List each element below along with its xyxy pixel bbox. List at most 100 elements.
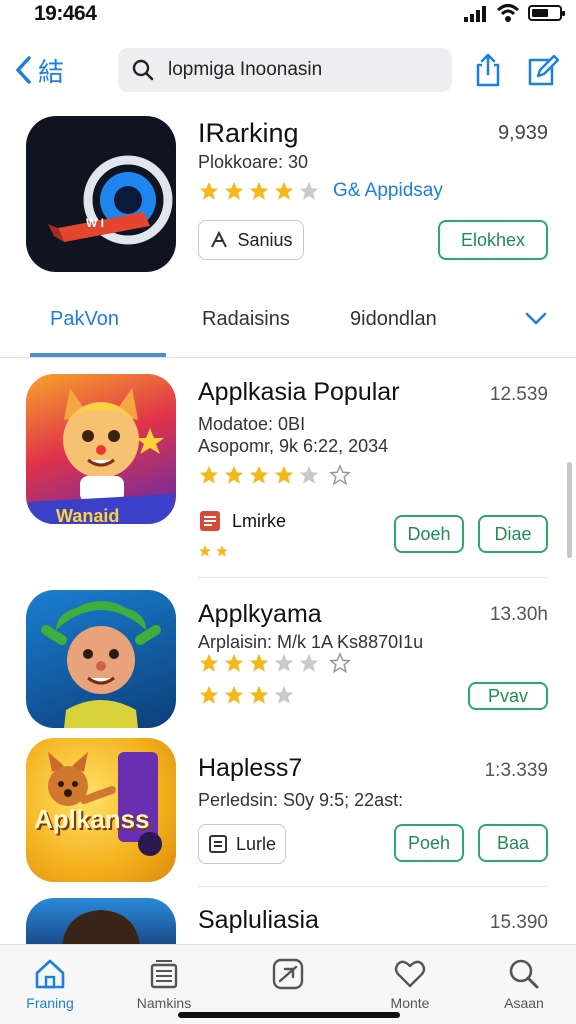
featured-app-title[interactable]: IRarking [198, 118, 299, 149]
app-title-0[interactable]: Applkasia Popular [198, 378, 400, 407]
app-rating-1-extra [198, 684, 298, 706]
star-empty-icon [299, 181, 319, 200]
app-count-3: 15.390 [489, 912, 548, 933]
cat-character-icon [28, 388, 174, 524]
app-rating-0-extra [198, 544, 232, 558]
star-empty-icon [299, 653, 319, 672]
app-rating-1 [198, 652, 354, 674]
wifi-icon [496, 4, 520, 22]
tab-0[interactable]: PakVon [50, 308, 119, 331]
app-button-0-1[interactable]: Diae [478, 515, 548, 553]
tabbar-label-4: Asaan [504, 995, 544, 1011]
featured-primary-label: Elokhex [460, 229, 526, 250]
star-empty-icon [329, 464, 351, 486]
stack-icon [150, 960, 178, 989]
star-filled-icon [224, 465, 244, 484]
featured-subtitle: Plokkoare: 30 [198, 152, 309, 172]
chevron-left-icon [15, 56, 31, 84]
star-filled-icon [199, 685, 219, 704]
tab-2[interactable]: 9idondlan [350, 308, 437, 331]
app-button-0-0-label: Doeh [407, 523, 451, 544]
app-icon-2-text: Aplkanss [34, 804, 150, 834]
app-icon-1[interactable] [26, 590, 176, 728]
app-button-0-0[interactable]: Doeh [394, 515, 464, 553]
back-label: 結 [38, 56, 65, 87]
tabbar-item-0[interactable]: Franing [0, 957, 100, 1011]
app-count-0: 12.539 [489, 384, 548, 405]
app-line-0-1: Asopomr, 9k 6:22, 2034 [198, 436, 389, 456]
app-title-3[interactable]: Sapluliasia [198, 906, 319, 935]
star-empty-icon [274, 653, 294, 672]
tabbar-item-2[interactable] [238, 957, 338, 995]
translate-icon [211, 230, 228, 248]
status-bar: 19:464 [0, 0, 576, 36]
featured-primary-button[interactable]: Elokhex [438, 220, 548, 260]
document-icon [200, 511, 220, 531]
featured-tag[interactable]: G& Appidsay [333, 180, 443, 202]
star-filled-icon [224, 181, 244, 200]
star-empty-icon [329, 652, 351, 674]
app-count-1: 13.30h [489, 604, 548, 625]
star-filled-icon [199, 545, 211, 557]
app-button-2-0[interactable]: Poeh [394, 824, 464, 862]
app-chip-0[interactable]: Lmirke [198, 504, 286, 538]
app-button-2-1-label: Baa [496, 832, 530, 853]
segment-tabs: PakVon Radaisins 9idondlan [0, 296, 576, 358]
featured-count: 9,939 [497, 122, 548, 144]
search-text: lopmiga Inoonasin [168, 59, 323, 80]
character-icon [62, 910, 140, 946]
plane-icon [272, 958, 304, 990]
signal-icon [464, 6, 486, 22]
app-button-0-1-label: Diae [494, 523, 532, 544]
app-icon-2[interactable]: Aplkanss [26, 738, 176, 882]
status-time: 19:464 [34, 2, 97, 25]
app-button-2-0-label: Poeh [407, 832, 451, 853]
app-icon-3[interactable] [26, 898, 176, 946]
star-filled-icon [216, 545, 228, 557]
tabbar-label-1: Namkins [136, 995, 192, 1011]
star-filled-icon [249, 465, 269, 484]
nav-bar: 結 lopmiga Inoonasin [0, 44, 576, 96]
scrollbar[interactable] [567, 462, 572, 558]
home-icon [35, 959, 65, 989]
star-filled-icon [249, 181, 269, 200]
compose-button[interactable] [524, 52, 560, 88]
home-indicator [178, 1012, 400, 1018]
star-filled-icon [274, 465, 294, 484]
share-button[interactable] [470, 52, 506, 88]
compose-icon [528, 54, 560, 86]
app-rating-0 [198, 464, 354, 486]
app-chip-0-label: Lmirke [232, 510, 287, 531]
featured-rating: G& Appidsay [198, 180, 443, 202]
star-filled-icon [224, 685, 244, 704]
divider [198, 577, 548, 578]
star-filled-icon [199, 653, 219, 672]
app-button-2-1[interactable]: Baa [478, 824, 548, 862]
app-title-2[interactable]: Hapless7 [198, 754, 302, 783]
star-empty-icon [274, 685, 294, 704]
featured-app-icon[interactable]: W I [26, 116, 176, 272]
back-button[interactable]: 結 [14, 50, 64, 90]
app-line-2-0: Perledsin: S0y 9:5; 22ast: [198, 790, 404, 810]
star-filled-icon [249, 653, 269, 672]
document-icon [208, 835, 227, 853]
featured-secondary-button[interactable]: Sanius [198, 220, 304, 260]
search-field[interactable]: lopmiga Inoonasin [118, 48, 452, 92]
app-title-1[interactable]: Applkyama [198, 600, 322, 629]
divider [198, 886, 548, 887]
tabbar-item-4[interactable]: Asaan [474, 957, 574, 1011]
app-chip-2[interactable]: Lurle [198, 824, 286, 864]
heart-icon [394, 960, 426, 988]
app-count-2: 1:3.339 [484, 760, 548, 781]
search-icon [509, 959, 539, 989]
app-icon-0-text: Wanaid [56, 506, 120, 524]
tabbar-item-3[interactable]: Monte [360, 957, 460, 1011]
chevron-down-icon[interactable] [524, 308, 548, 328]
tabbar-label-3: Monte [390, 995, 430, 1011]
app-icon-0[interactable]: Wanaid [26, 374, 176, 524]
share-icon [476, 53, 500, 87]
camera-lens-icon [48, 155, 173, 245]
tab-1[interactable]: Radaisins [202, 308, 290, 331]
app-button-1-0[interactable]: Pvav [468, 682, 548, 710]
tabbar-item-1[interactable]: Namkins [114, 957, 214, 1011]
